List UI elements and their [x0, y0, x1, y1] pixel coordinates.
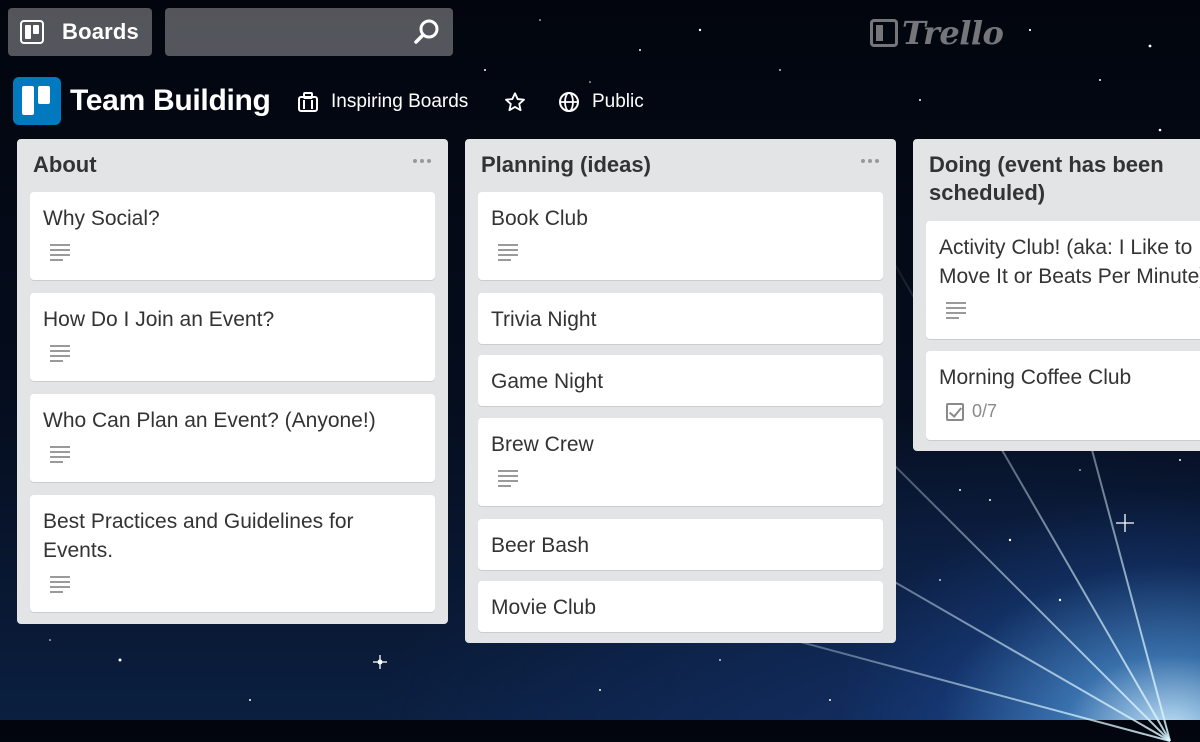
- board-title[interactable]: Team Building: [70, 84, 271, 118]
- team-button[interactable]: Inspiring Boards: [297, 89, 468, 115]
- trello-logo-icon: [870, 19, 898, 47]
- card-title: Morning Coffee Club: [939, 366, 1132, 389]
- list-about[interactable]: About Why Social? How Do I Join an Event…: [17, 139, 448, 624]
- search-box[interactable]: [165, 8, 453, 58]
- list-planning[interactable]: Planning (ideas) Book Club Trivia Night …: [465, 139, 896, 643]
- search-input[interactable]: [165, 8, 421, 58]
- briefcase-icon: [298, 92, 318, 112]
- card-title: Who Can Plan an Event? (Anyone!): [43, 409, 376, 432]
- description-icon: [50, 576, 70, 593]
- card-title: Movie Club: [491, 596, 597, 619]
- description-icon: [946, 302, 966, 319]
- board-icon: [13, 77, 61, 125]
- trello-logo-text: Trello: [902, 14, 1004, 52]
- card[interactable]: Game Night: [478, 355, 883, 406]
- team-label: Inspiring Boards: [331, 91, 469, 112]
- list-title[interactable]: Doing (event has been scheduled): [929, 151, 1191, 207]
- card[interactable]: Book Club: [478, 192, 883, 280]
- description-icon: [50, 446, 70, 463]
- boards-label: Boards: [62, 19, 139, 44]
- card[interactable]: How Do I Join an Event?: [30, 293, 435, 381]
- description-icon: [498, 470, 518, 487]
- top-bar: Boards Trello: [0, 0, 1200, 64]
- search-icon[interactable]: [413, 18, 441, 46]
- star-icon: [505, 92, 525, 112]
- boards-button[interactable]: Boards: [8, 8, 152, 56]
- list-title[interactable]: About: [33, 151, 393, 179]
- checklist-icon: [946, 402, 964, 421]
- card[interactable]: Trivia Night: [478, 293, 883, 344]
- card[interactable]: Best Practices and Guidelines for Events…: [30, 495, 435, 612]
- card-title: Best Practices and Guidelines for Events…: [43, 510, 354, 562]
- card-title: Activity Club! (aka: I Like to Move It o…: [939, 236, 1200, 288]
- visibility-label: Public: [592, 91, 644, 112]
- card[interactable]: Movie Club: [478, 581, 883, 632]
- description-icon: [50, 345, 70, 362]
- card-title: Brew Crew: [491, 433, 594, 456]
- globe-icon: [559, 92, 579, 112]
- card-title: Trivia Night: [491, 308, 597, 331]
- card[interactable]: Brew Crew: [478, 418, 883, 506]
- trello-logo[interactable]: Trello: [870, 14, 1004, 52]
- card[interactable]: Morning Coffee Club 0/7: [926, 351, 1200, 440]
- list-doing[interactable]: Doing (event has been scheduled) Activit…: [913, 139, 1200, 451]
- list-menu-icon[interactable]: [413, 155, 433, 167]
- card-title: How Do I Join an Event?: [43, 308, 275, 331]
- card[interactable]: Beer Bash: [478, 519, 883, 570]
- star-button[interactable]: [504, 89, 538, 115]
- card[interactable]: Activity Club! (aka: I Like to Move It o…: [926, 221, 1200, 339]
- card-title: Why Social?: [43, 207, 160, 230]
- card-title: Book Club: [491, 207, 588, 230]
- checklist-badge: 0/7: [946, 401, 997, 422]
- boards-icon: [20, 20, 44, 44]
- card[interactable]: Who Can Plan an Event? (Anyone!): [30, 394, 435, 482]
- visibility-button[interactable]: Public: [558, 89, 644, 115]
- card[interactable]: Why Social?: [30, 192, 435, 280]
- list-menu-icon[interactable]: [861, 155, 881, 167]
- description-icon: [498, 244, 518, 261]
- description-icon: [50, 244, 70, 261]
- list-title[interactable]: Planning (ideas): [481, 151, 841, 179]
- checklist-count: 0/7: [972, 401, 998, 421]
- card-title: Game Night: [491, 370, 604, 393]
- card-title: Beer Bash: [491, 534, 590, 557]
